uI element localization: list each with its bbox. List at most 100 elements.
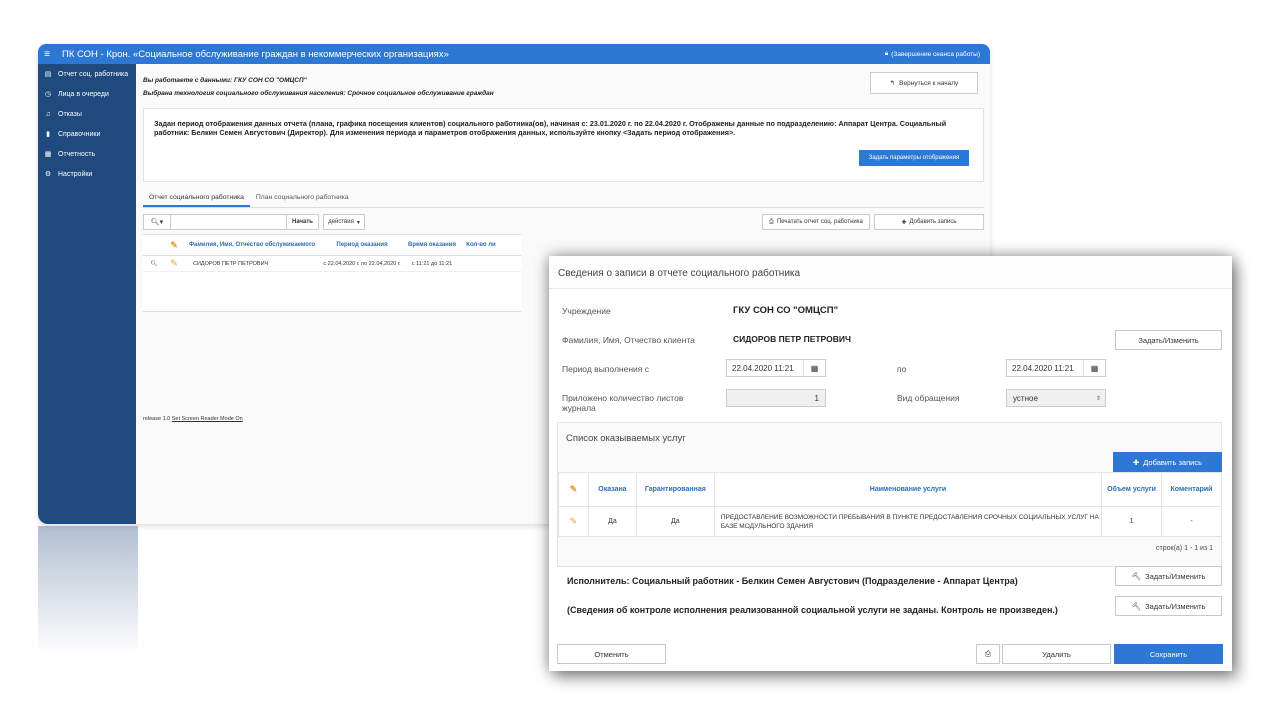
sidebar-item-label: Лица в очереди — [58, 90, 109, 98]
sidebar-item-label: Отчет соц. работника — [58, 70, 129, 78]
calendar-icon[interactable]: ▦ — [1083, 360, 1105, 376]
sidebar-item-social-worker-report[interactable]: ▤ Отчет соц. работника — [38, 64, 136, 84]
sidebar-item-reports[interactable]: ▦ Отчетность — [38, 144, 136, 164]
column-header-comment[interactable]: Коментарий — [1161, 472, 1222, 507]
actions-label: действия — [328, 219, 354, 225]
sidebar: ▤ Отчет соц. работника ◷ Лица в очереди … — [38, 64, 136, 524]
column-header-service-name[interactable]: Наименование услуги — [713, 472, 1103, 507]
technology-text: Выбрана технология социального обслужива… — [143, 90, 494, 97]
release-version: release 1.0 — [143, 416, 171, 422]
period-from-label: Период выполнения с — [562, 364, 649, 374]
print-icon: ⎙ — [769, 218, 774, 225]
clock-icon: ◷ — [44, 91, 52, 98]
tab-plan[interactable]: План социального работника — [250, 188, 355, 207]
plus-icon: ✚ — [901, 219, 907, 226]
logout-link[interactable]: 🔒︎ (Завершение сеанса работы) — [885, 50, 990, 58]
search-input[interactable] — [171, 214, 287, 230]
save-button[interactable]: Сохранить — [1114, 644, 1223, 664]
period-to-input[interactable]: 22.04.2020 11:21 ▦ — [1006, 359, 1106, 377]
sidebar-item-label: Отчетность — [58, 150, 96, 158]
lock-icon: 🔒︎ — [884, 50, 889, 57]
delete-button[interactable]: Удалить — [1002, 644, 1111, 664]
cell-time: с 11:21 до 11:21 — [411, 260, 453, 267]
search-start-button[interactable]: Начать — [287, 214, 319, 230]
column-header-name[interactable]: Фамилия, Имя, Отчество обслуживаемого — [183, 242, 321, 248]
sidebar-reflection — [38, 526, 138, 656]
screen-reader-link[interactable]: Set Screen Reader Mode On — [172, 416, 243, 422]
grid-empty-area — [143, 272, 521, 312]
period-from-value: 22.04.2020 11:21 — [732, 363, 794, 373]
cell-period: с 22.04.2020 г. по 22.04.2020 г. — [323, 260, 401, 267]
client-change-button[interactable]: Задать/Изменить — [1115, 330, 1222, 350]
cell-rendered: Да — [587, 506, 637, 537]
sheets-count-input[interactable]: 1 — [726, 389, 826, 407]
back-to-start-button[interactable]: ↰ Вернуться к началу — [870, 72, 978, 94]
cell-volume: 1 — [1101, 506, 1162, 537]
request-type-value: устное — [1013, 393, 1038, 403]
gears-icon: ⚙ — [44, 171, 52, 178]
cell-comment: - — [1161, 506, 1222, 537]
actions-button[interactable]: действия ▾ — [323, 214, 365, 230]
column-header-volume[interactable]: Объем услуги — [1101, 472, 1162, 507]
set-display-params-button[interactable]: Задать параметры отображения — [859, 150, 969, 166]
release-footer: release 1.0 Set Screen Reader Mode On — [143, 416, 243, 422]
calendar-icon[interactable]: ▦ — [803, 360, 825, 376]
hammer-icon: 🔨︎ — [1131, 571, 1142, 581]
record-details-dialog: Сведения о записи в отчете социального р… — [549, 256, 1232, 671]
edit-icon[interactable]: ✎ — [570, 516, 578, 526]
sidebar-item-queue[interactable]: ◷ Лица в очереди — [38, 84, 136, 104]
column-header-guaranteed[interactable]: Гарантированная — [635, 472, 715, 507]
sidebar-item-label: Настройки — [58, 170, 93, 178]
sheets-label: Приложено количество листов журнала — [562, 393, 684, 413]
sidebar-item-refusals[interactable]: ♫ Отказы — [38, 104, 136, 124]
app-title: ПК СОН - Крон. «Социальное обслуживание … — [62, 48, 449, 60]
client-value: СИДОРОВ ПЕТР ПЕТРОВИЧ — [733, 334, 851, 344]
services-title: Список оказываемых услуг — [566, 433, 686, 444]
period-to-value: 22.04.2020 11:21 — [1012, 363, 1074, 373]
period-description: Задан период отображения данных отчета (… — [154, 119, 947, 137]
print-report-button[interactable]: ⎙ Печатать отчет соц. работника — [762, 214, 870, 230]
add-service-button[interactable]: ✚ Добавить запись — [1113, 452, 1222, 472]
request-type-select[interactable]: устное ⇕ — [1006, 389, 1106, 407]
control-change-button[interactable]: 🔨︎ Задать/Изменить — [1115, 596, 1222, 616]
column-header-period[interactable]: Период оказания — [321, 242, 403, 248]
control-text: (Сведения об контроле исполнения реализо… — [567, 605, 1058, 615]
sidebar-item-settings[interactable]: ⚙ Настройки — [38, 164, 136, 184]
table-row[interactable]: 🔍︎ ✎ СИДОРОВ ПЕТР ПЕТРОВИЧ с 22.04.2020 … — [143, 256, 521, 272]
table-icon: ▦ — [44, 151, 52, 158]
grid-toolbar: 🔍︎▾ Начать действия ▾ ⎙ Печатать отчет с… — [143, 214, 984, 230]
executor-change-button[interactable]: 🔨︎ Задать/Изменить — [1115, 566, 1222, 586]
menu-icon[interactable]: ≡ — [38, 49, 56, 60]
chevron-down-icon: ▾ — [356, 219, 360, 226]
column-header-count[interactable]: Кол-во ли — [461, 242, 501, 248]
cell-guaranteed: Да — [635, 506, 715, 537]
executor-change-label: Задать/Изменить — [1145, 571, 1206, 581]
cell-name: СИДОРОВ ПЕТР ПЕТРОВИЧ — [193, 260, 269, 267]
search-icon[interactable]: 🔍︎▾ — [143, 214, 171, 230]
period-to-label: по — [897, 364, 907, 374]
print-label: Печатать отчет соц. работника — [776, 219, 863, 225]
print-icon[interactable]: ⎙ — [976, 644, 1000, 664]
sidebar-item-label: Справочники — [58, 130, 101, 138]
tab-report[interactable]: Отчет социального работника — [143, 188, 250, 207]
period-panel: Задан период отображения данных отчета (… — [143, 108, 984, 182]
pager-info: строк(а) 1 - 1 из 1 — [1156, 545, 1213, 552]
sidebar-item-directories[interactable]: ▮ Справочники — [38, 124, 136, 144]
executor-text: Исполнитель: Социальный работник - Белки… — [567, 576, 1018, 586]
cancel-button[interactable]: Отменить — [557, 644, 666, 664]
request-type-label: Вид обращения — [897, 393, 960, 403]
column-header-rendered[interactable]: Оказана — [587, 472, 637, 507]
period-from-input[interactable]: 22.04.2020 11:21 ▦ — [726, 359, 826, 377]
table-row[interactable]: ✎ Да Да ПРЕДОСТАВЛЕНИЕ ВОЗМОЖНОСТИ ПРЕБЫ… — [558, 506, 1222, 537]
table-header: ✎ Фамилия, Имя, Отчество обслуживаемого … — [143, 234, 521, 256]
edit-icon[interactable]: ✎ — [165, 258, 183, 269]
add-record-button[interactable]: ✚ Добавить запись — [874, 214, 984, 230]
institution-label: Учреждение — [562, 306, 611, 316]
client-label: Фамилия, Имя, Отчество клиента — [562, 335, 695, 345]
services-table-header: ✎ Оказана Гарантированная Наименование у… — [558, 472, 1222, 507]
add-service-label: Добавить запись — [1143, 457, 1203, 467]
top-bar: ≡ ПК СОН - Крон. «Социальное обслуживани… — [38, 44, 990, 64]
view-icon[interactable]: 🔍︎ — [143, 261, 165, 267]
column-header-time[interactable]: Время оказания — [403, 242, 461, 248]
tabs: Отчет социального работника План социаль… — [143, 188, 984, 208]
